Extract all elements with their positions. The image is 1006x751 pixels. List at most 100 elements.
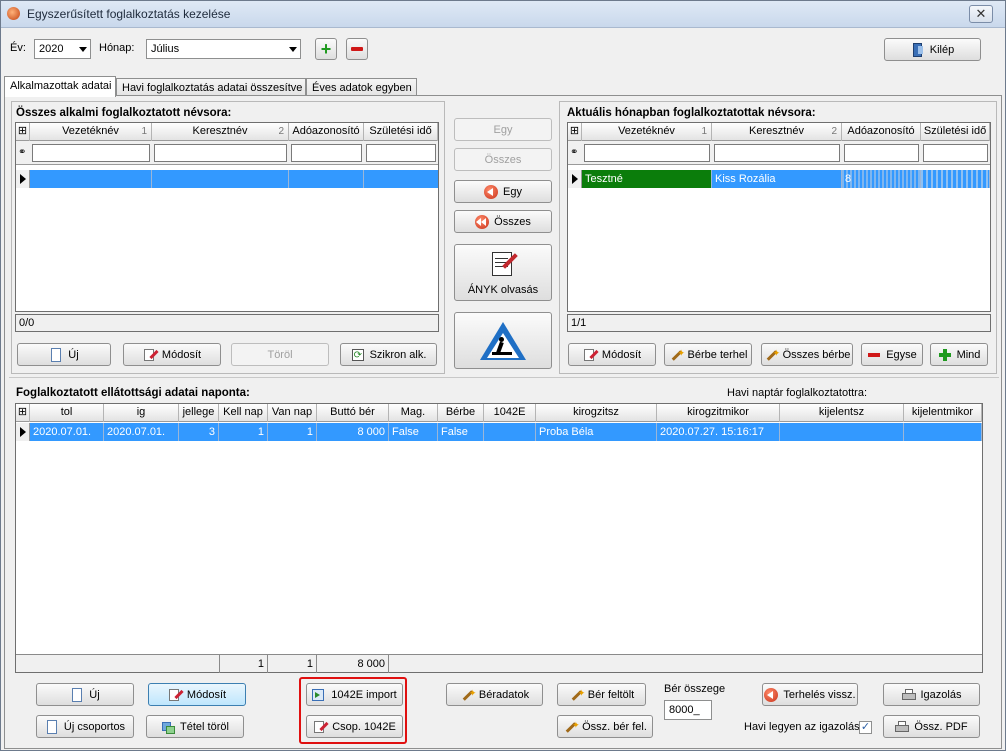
- year-value: 2020: [39, 43, 64, 55]
- move-all-left-button[interactable]: Összes: [454, 210, 552, 233]
- col-kell-nap[interactable]: Kell nap: [219, 404, 268, 422]
- import-1042e-button[interactable]: 1042E import: [306, 683, 403, 706]
- current-row-icon: [20, 174, 26, 184]
- cell: [289, 170, 364, 188]
- app-icon: [7, 7, 20, 20]
- col-birthdate[interactable]: Születési idő: [921, 123, 990, 141]
- edit-daily-button[interactable]: Módosít: [148, 683, 246, 706]
- move-one-left-button[interactable]: Egy: [454, 180, 552, 203]
- plus-icon: +: [320, 39, 332, 59]
- cell-berbe: False: [438, 423, 484, 441]
- table-row[interactable]: 2020.07.01. 2020.07.01. 3 1 1 8 000 Fals…: [16, 423, 982, 441]
- group-1042e-button[interactable]: Csop. 1042E: [306, 715, 403, 738]
- grid-header: ⊞ Vezetéknév 1 Keresztnév 2 Adóazonosító S…: [568, 123, 990, 141]
- close-button[interactable]: ✕: [969, 5, 993, 23]
- col-kirogzitsz[interactable]: kirogzitsz: [536, 404, 657, 422]
- charge-all-button[interactable]: ✦ Összes bérbe: [761, 343, 853, 366]
- anyk-read-button[interactable]: ÁNYK olvasás: [454, 244, 552, 301]
- col-firstname[interactable]: Keresztnév 2: [712, 123, 842, 141]
- filter-lastname-input[interactable]: [32, 144, 150, 162]
- col-firstname[interactable]: Keresztnév 2: [152, 123, 289, 141]
- binoculars-icon: ⚭: [570, 147, 579, 158]
- exit-label: Kilép: [929, 43, 955, 56]
- cell-taxid: 8: [842, 170, 921, 188]
- year-select[interactable]: 2020: [34, 39, 91, 59]
- col-berbe[interactable]: Bérbe: [438, 404, 484, 422]
- printer-icon: [895, 720, 910, 734]
- cell-van-nap: 1: [268, 423, 317, 441]
- total-brutto: 8 000: [317, 655, 389, 673]
- table-row[interactable]: [16, 170, 438, 188]
- monthly-employees-grid[interactable]: ⊞ Vezetéknév 1 Keresztnév 2 Adóazonosító S…: [567, 122, 991, 312]
- column-chooser-icon[interactable]: ⊞: [16, 404, 30, 422]
- col-brutto[interactable]: Buttó bér: [317, 404, 389, 422]
- col-lastname[interactable]: Vezetéknév 1: [30, 123, 152, 141]
- wand-icon: ✦: [764, 348, 780, 362]
- col-taxid[interactable]: Adóazonosító: [842, 123, 921, 141]
- col-1042e[interactable]: 1042E: [484, 404, 536, 422]
- move-one-right-button[interactable]: Egy: [454, 118, 552, 141]
- col-lastname[interactable]: Vezetéknév 1: [582, 123, 712, 141]
- undo-charge-button[interactable]: Terhelés vissz.: [762, 683, 858, 706]
- charge-to-wage-button[interactable]: ✦ Bérbe terhel: [664, 343, 752, 366]
- col-ig[interactable]: ig: [104, 404, 179, 422]
- main-window: Egyszerűsített foglalkoztatás kezelése ✕…: [0, 0, 1006, 751]
- column-chooser-icon[interactable]: ⊞: [568, 123, 582, 141]
- col-kijelentmikor[interactable]: kijelentmikor: [904, 404, 982, 422]
- row-indicator: [568, 170, 582, 188]
- col-kijelentsz[interactable]: kijelentsz: [780, 404, 904, 422]
- under-construction-button[interactable]: [454, 312, 552, 369]
- daily-title: Foglalkoztatott ellátottsági adatai napo…: [16, 387, 250, 399]
- totals-row: 1 1 8 000: [16, 654, 982, 673]
- col-jellege[interactable]: jellege: [179, 404, 219, 422]
- delete-employee-button[interactable]: Töröl: [231, 343, 329, 366]
- filter-taxid-input[interactable]: [844, 144, 919, 162]
- monthly-cert-checkbox[interactable]: ✓: [859, 721, 872, 734]
- filter-lastname-input[interactable]: [584, 144, 710, 162]
- new-group-button[interactable]: Új csoportos: [36, 715, 134, 738]
- delete-item-button[interactable]: Tétel töröl: [146, 715, 244, 738]
- certificate-button[interactable]: Igazolás: [883, 683, 980, 706]
- remove-month-button[interactable]: [346, 38, 368, 60]
- filter-firstname-input[interactable]: [154, 144, 287, 162]
- row-indicator: [16, 170, 30, 188]
- edit-monthly-button[interactable]: Módosít: [568, 343, 656, 366]
- filter-birthdate-input[interactable]: [366, 144, 436, 162]
- new-daily-button[interactable]: Új: [36, 683, 134, 706]
- month-select[interactable]: Július: [146, 39, 301, 59]
- wage-sum-input[interactable]: 8000_: [664, 700, 712, 720]
- table-row[interactable]: Tesztné Kiss Rozália 8: [568, 170, 990, 188]
- select-all-button[interactable]: Mind: [930, 343, 988, 366]
- col-mag[interactable]: Mag.: [389, 404, 438, 422]
- remove-one-button[interactable]: Egyse: [861, 343, 923, 366]
- tab-employees[interactable]: Alkalmazottak adatai: [4, 76, 116, 97]
- filter-firstname-input[interactable]: [714, 144, 840, 162]
- cell-brutto: 8 000: [317, 423, 389, 441]
- column-chooser-icon[interactable]: ⊞: [16, 123, 30, 141]
- all-employees-grid[interactable]: ⊞ Vezetéknév 1 Keresztnév 2 Adóazonosító S…: [15, 122, 439, 312]
- add-month-button[interactable]: +: [315, 38, 337, 60]
- row-indicator: [16, 423, 30, 441]
- filter-taxid-input[interactable]: [291, 144, 362, 162]
- sum-wage-upload-button[interactable]: ✦ Össz. bér fel.: [557, 715, 653, 738]
- new-employee-button[interactable]: Új: [17, 343, 111, 366]
- cell: [30, 170, 152, 188]
- col-van-nap[interactable]: Van nap: [268, 404, 317, 422]
- wage-data-button[interactable]: ✦ Béradatok: [446, 683, 543, 706]
- move-all-right-button[interactable]: Összes: [454, 148, 552, 171]
- edit-employee-button[interactable]: Módosít: [123, 343, 221, 366]
- wage-upload-button[interactable]: ✦ Bér feltölt: [557, 683, 646, 706]
- sum-pdf-button[interactable]: Össz. PDF: [883, 715, 980, 738]
- sync-button[interactable]: ⟳ Szikron alk.: [340, 343, 437, 366]
- col-kirogzitmikor[interactable]: kirogzitmikor: [657, 404, 780, 422]
- edit-pencil-icon: [143, 348, 159, 362]
- exit-button[interactable]: Kilép: [884, 38, 981, 61]
- current-row-icon: [20, 427, 26, 437]
- minus-icon: [867, 348, 881, 362]
- col-tol[interactable]: tol: [30, 404, 104, 422]
- col-taxid[interactable]: Adóazonosító: [289, 123, 364, 141]
- cell-birthdate: [921, 170, 990, 188]
- filter-birthdate-input[interactable]: [923, 144, 988, 162]
- daily-grid[interactable]: ⊞ tol ig jellege Kell nap Van nap Buttó …: [15, 403, 983, 673]
- col-birthdate[interactable]: Születési idő: [364, 123, 438, 141]
